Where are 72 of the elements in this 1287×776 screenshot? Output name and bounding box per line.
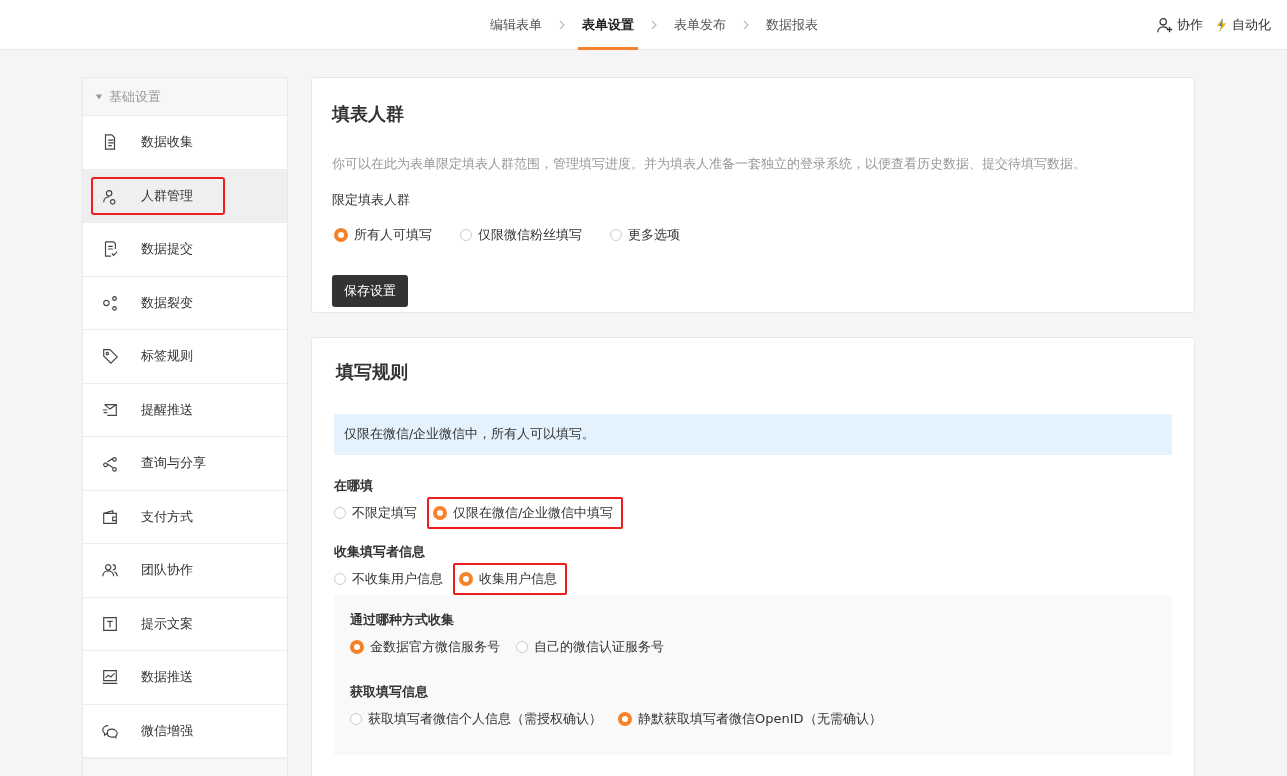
menu-icon xyxy=(101,507,119,526)
lightning-icon xyxy=(1215,17,1229,33)
menu-icon xyxy=(101,293,119,312)
radio-icon[interactable] xyxy=(618,712,632,726)
item-label: 数据提交 xyxy=(141,240,193,259)
field-label: 限定填表人群 xyxy=(332,191,411,209)
item-label: 数据收集 xyxy=(141,133,193,152)
radio-icon[interactable] xyxy=(460,229,472,241)
sidebar-item[interactable]: 提醒推送 xyxy=(83,383,287,437)
sidebar-item[interactable]: 支付方式 xyxy=(83,490,287,544)
item-label: 团队协作 xyxy=(141,561,193,580)
radio-icon[interactable] xyxy=(516,641,528,653)
radio-icon[interactable] xyxy=(334,507,346,519)
menu-icon xyxy=(101,347,119,366)
sidebar-item[interactable]: 提示文案 xyxy=(83,597,287,651)
item-label: 提醒推送 xyxy=(141,400,193,419)
radio-option[interactable]: 所有人可填写 xyxy=(328,219,442,251)
field-label: 收集填写者信息 xyxy=(334,543,426,561)
radio-option[interactable]: 金数据官方微信服务号 xyxy=(344,631,510,663)
menu-icon xyxy=(101,614,119,633)
field-label: 在哪填 xyxy=(334,477,374,495)
caret-icon xyxy=(95,92,103,101)
card-title: 填表人群 xyxy=(332,102,405,126)
sidebar-item[interactable]: 数据裂变 xyxy=(83,276,287,330)
radio-icon[interactable] xyxy=(334,228,348,242)
sidebar-item[interactable]: 标签规则 xyxy=(83,330,287,384)
sidebar-item[interactable]: 团队协作 xyxy=(83,544,287,598)
user-plus-icon xyxy=(1156,16,1174,34)
chevron-icon xyxy=(649,18,658,31)
automation-button[interactable]: 自动化 xyxy=(1215,16,1271,34)
radio-option[interactable]: 更多选项 xyxy=(604,219,690,251)
radio-option[interactable]: 仅限微信粉丝填写 xyxy=(454,219,592,251)
item-label: 提示文案 xyxy=(141,614,193,633)
collaborate-button[interactable]: 协作 xyxy=(1156,16,1203,34)
radio-icon[interactable] xyxy=(610,229,622,241)
radio-icon[interactable] xyxy=(334,573,346,585)
radio-icon[interactable] xyxy=(459,572,473,586)
field-label: 通过哪种方式收集 xyxy=(350,611,455,629)
radio-option[interactable]: 自己的微信认证服务号 xyxy=(510,631,674,663)
section-title: 基础设置 xyxy=(109,87,161,106)
radio-option[interactable]: 不收集用户信息 xyxy=(328,563,453,595)
radio-option[interactable]: 静默获取填写者微信OpenID（无需确认） xyxy=(612,703,892,735)
field-label: 获取填写信息 xyxy=(350,683,429,701)
item-label: 支付方式 xyxy=(141,507,193,526)
radio-icon[interactable] xyxy=(350,713,362,725)
item-label: 查询与分享 xyxy=(141,454,206,473)
item-label: 数据裂变 xyxy=(141,293,193,312)
item-label: 微信增强 xyxy=(141,721,193,740)
sidebar-item[interactable]: 数据收集 xyxy=(83,116,287,170)
item-label: 人群管理 xyxy=(141,186,193,205)
step-tab[interactable]: 数据报表 xyxy=(761,0,822,50)
radio-option[interactable]: 不限定填写 xyxy=(328,497,427,529)
sidebar-item[interactable]: 数据提交 xyxy=(83,223,287,277)
item-label: 标签规则 xyxy=(141,347,193,366)
info-notice: 仅限在微信/企业微信中，所有人可以填写。 xyxy=(334,414,1172,455)
card-title: 填写规则 xyxy=(336,360,409,384)
sidebar-item[interactable]: 人群管理 xyxy=(83,169,287,223)
radio-icon[interactable] xyxy=(350,640,364,654)
sidebar-item[interactable]: 数据推送 xyxy=(83,651,287,705)
step-tab[interactable]: 表单发布 xyxy=(669,0,730,50)
radio-option[interactable]: 仅限在微信/企业微信中填写 xyxy=(427,497,624,529)
save-button[interactable]: 保存设置 xyxy=(332,275,408,307)
sidebar-item[interactable]: 查询与分享 xyxy=(83,437,287,491)
step-tab[interactable]: 编辑表单 xyxy=(485,0,546,50)
item-label: 数据推送 xyxy=(141,668,193,687)
radio-icon[interactable] xyxy=(433,506,447,520)
menu-icon xyxy=(101,668,119,687)
chevron-icon xyxy=(557,18,566,31)
menu-icon xyxy=(101,454,119,473)
chevron-icon xyxy=(741,18,750,31)
radio-option[interactable]: 获取填写者微信个人信息（需授权确认） xyxy=(344,703,612,735)
step-tab[interactable]: 表单设置 xyxy=(577,0,638,50)
